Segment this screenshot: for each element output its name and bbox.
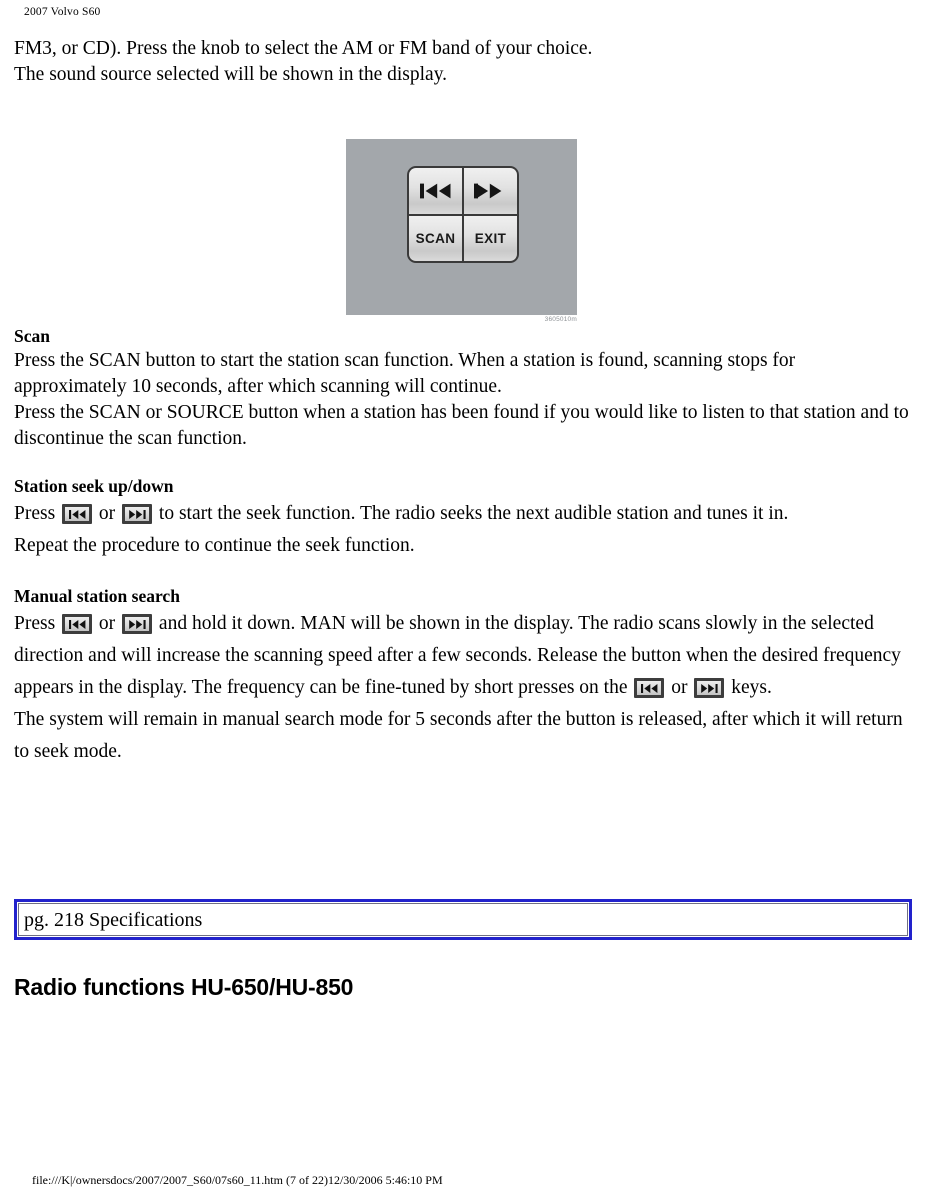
- seek-up-icon[interactable]: [122, 504, 153, 524]
- scan-paragraph-1: Press the SCAN button to start the stati…: [14, 350, 796, 397]
- section-heading-manual-search: Manual station search: [14, 586, 180, 606]
- keypad-seek-down-button[interactable]: [409, 168, 462, 214]
- keypad: SCAN EXIT: [407, 166, 519, 263]
- seek-up-glyph: [128, 509, 146, 519]
- intro-paragraph-line2: The sound source selected will be shown …: [14, 64, 448, 85]
- seek-down-glyph: [68, 619, 85, 629]
- manual-search-text-or: or: [98, 613, 116, 634]
- seek-down-icon[interactable]: [634, 678, 665, 698]
- manual-search-paragraph-2: The system will remain in manual search …: [14, 709, 903, 762]
- specifications-link-label: pg. 218 Specifications: [24, 908, 203, 931]
- seek-up-icon[interactable]: [122, 614, 153, 634]
- manual-search-paragraph: Press or and hold it down. MAN will be s…: [14, 608, 912, 704]
- radio-keypad-figure: SCAN EXIT 3605010m: [346, 139, 577, 323]
- footer-path: file:///K|/ownersdocs/2007/2007_S60/07s6…: [32, 1173, 443, 1187]
- seek-up-glyph: [128, 619, 146, 629]
- station-seek-paragraph-2: Repeat the procedure to continue the see…: [14, 535, 415, 556]
- keypad-scan-label: SCAN: [415, 230, 456, 246]
- section-heading-station-seek: Station seek up/down: [14, 476, 174, 496]
- seek-down-icon: [419, 183, 450, 199]
- seek-up-icon-face: [697, 681, 722, 695]
- figure-caption: 3605010m: [544, 316, 577, 323]
- seek-up-icon: [473, 183, 501, 199]
- seek-up-icon-face: [125, 507, 150, 521]
- running-header: 2007 Volvo S60: [24, 6, 101, 18]
- seek-down-glyph: [640, 683, 658, 693]
- section-heading-scan: Scan: [14, 326, 50, 346]
- specifications-link-box[interactable]: pg. 218 Specifications: [14, 899, 912, 940]
- figure-background: SCAN EXIT: [346, 139, 577, 315]
- seek-down-icon-face: [65, 617, 90, 631]
- keypad-seek-up-button[interactable]: [464, 168, 517, 214]
- manual-search-text-c: keys.: [731, 677, 772, 698]
- seek-down-icon-face: [65, 507, 90, 521]
- keypad-exit-label: EXIT: [474, 230, 507, 246]
- station-seek-paragraph: Press or to start the seek function. The…: [14, 498, 912, 530]
- page-title: Radio functions HU-650/HU-850: [14, 974, 354, 1000]
- seek-up-icon-face: [125, 617, 150, 631]
- seek-up-glyph: [701, 683, 718, 693]
- seek-down-icon-face: [637, 681, 662, 695]
- station-seek-text-b: to start the seek function. The radio se…: [158, 503, 789, 524]
- scan-paragraph-2: Press the SCAN or SOURCE button when a s…: [14, 402, 909, 449]
- manual-search-text-or2: or: [671, 677, 688, 698]
- intro-paragraph-line1: FM3, or CD). Press the knob to select th…: [14, 38, 593, 59]
- seek-down-icon[interactable]: [62, 614, 93, 634]
- seek-up-icon[interactable]: [694, 678, 725, 698]
- keypad-scan-button[interactable]: SCAN: [409, 215, 462, 261]
- keypad-exit-button[interactable]: EXIT: [464, 215, 517, 261]
- specifications-link-inner: pg. 218 Specifications: [18, 903, 908, 936]
- seek-down-icon[interactable]: [62, 504, 93, 524]
- document-page: 2007 Volvo S60 FM3, or CD). Press the kn…: [0, 0, 927, 1200]
- manual-search-text-a: Press: [14, 613, 56, 634]
- seek-down-glyph: [68, 509, 85, 519]
- station-seek-text-a: Press: [14, 503, 56, 524]
- station-seek-text-or: or: [98, 503, 116, 524]
